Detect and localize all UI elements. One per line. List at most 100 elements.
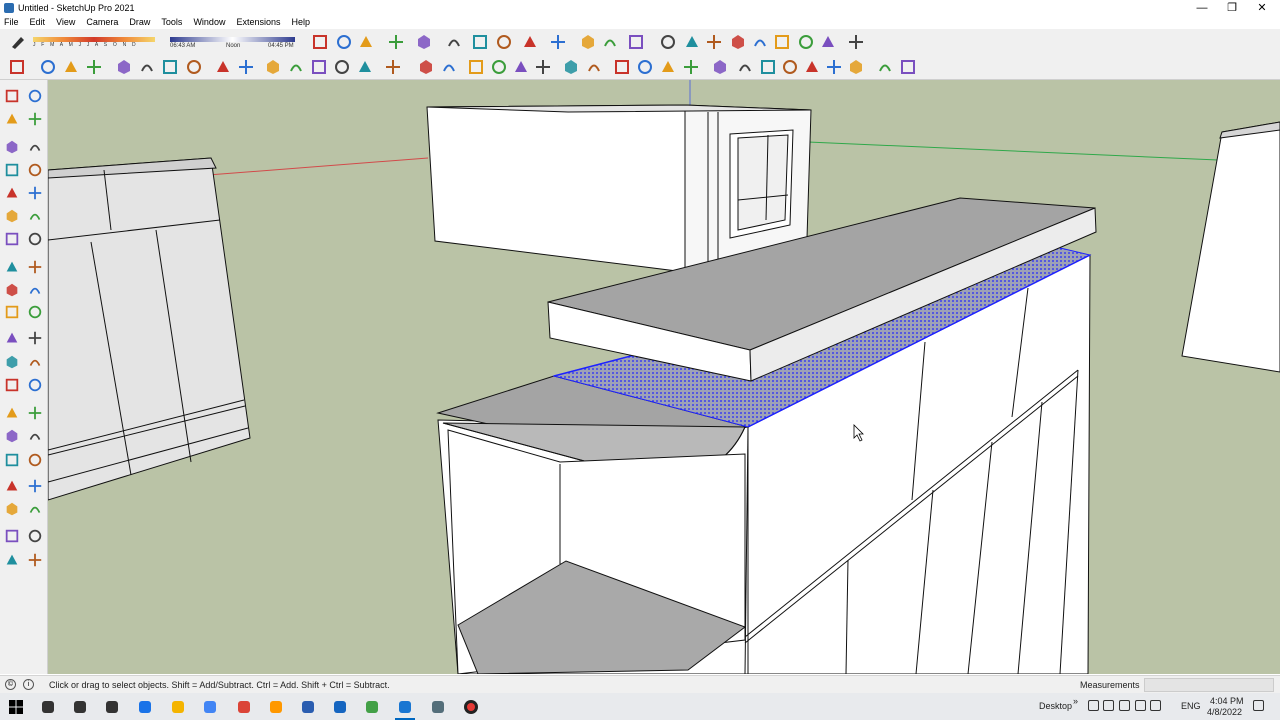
orbit-tool-icon[interactable] (2, 403, 22, 423)
scale-tool-icon[interactable] (2, 302, 22, 322)
shadow-settings-icon[interactable] (8, 32, 28, 52)
menu-file[interactable]: File (4, 17, 19, 27)
layout-icon[interactable] (422, 693, 454, 720)
sketchup-active-icon[interactable] (389, 693, 421, 720)
dome-icon[interactable] (796, 32, 816, 52)
app-green-icon[interactable] (356, 693, 388, 720)
search-icon[interactable] (32, 693, 64, 720)
shadow-toggle-icon[interactable] (310, 32, 330, 52)
sun-icon[interactable] (750, 32, 770, 52)
follow-me-icon[interactable] (548, 32, 568, 52)
monochrome-icon[interactable] (466, 57, 486, 77)
edge-icon[interactable] (129, 693, 161, 720)
drape-icon[interactable] (846, 57, 866, 77)
onedrive-tray-icon[interactable] (1150, 700, 1161, 711)
stamp-tool-icon[interactable] (25, 550, 45, 570)
walk-tool-icon[interactable] (2, 499, 22, 519)
menu-tools[interactable]: Tools (161, 17, 182, 27)
intersect-icon[interactable] (533, 57, 553, 77)
info-icon[interactable]: i (23, 679, 34, 690)
sandbox-from-scratch-icon[interactable] (25, 526, 45, 546)
language-indicator[interactable]: ENG (1181, 701, 1201, 711)
modeling-viewport[interactable] (48, 80, 1280, 674)
tray-overflow[interactable]: » (1073, 696, 1078, 706)
rotated-rectangle-icon[interactable] (25, 160, 45, 180)
zoom-icon[interactable] (160, 57, 180, 77)
fog-icon[interactable] (772, 32, 792, 52)
scale-icon[interactable] (600, 32, 620, 52)
arc-icon[interactable] (2, 206, 22, 226)
trim-icon[interactable] (612, 57, 632, 77)
text-tool-icon[interactable] (25, 328, 45, 348)
group-icon[interactable] (61, 57, 81, 77)
position-camera-tool-icon[interactable] (2, 476, 22, 496)
front-view-icon[interactable] (263, 57, 283, 77)
orbit-icon[interactable] (114, 57, 134, 77)
map-icon[interactable] (846, 32, 866, 52)
pie-icon[interactable] (25, 229, 45, 249)
desktop-toolbar-label[interactable]: Desktop (1039, 701, 1072, 711)
file-explorer-icon[interactable] (162, 693, 194, 720)
menu-help[interactable]: Help (291, 17, 310, 27)
hidden-line-icon[interactable] (383, 57, 403, 77)
two-point-arc-icon[interactable] (25, 206, 45, 226)
axes-tool-icon[interactable] (25, 352, 45, 372)
zoom-tool-icon[interactable] (2, 426, 22, 446)
previous-view-icon[interactable] (25, 450, 45, 470)
shadow-time-slider[interactable]: 06:43 AM Noon 04:45 PM (170, 34, 295, 50)
dimension-icon[interactable] (356, 32, 376, 52)
tape-measure-icon[interactable] (2, 328, 22, 348)
paint-bucket-icon[interactable] (2, 109, 22, 129)
move-icon[interactable] (494, 32, 514, 52)
menu-extensions[interactable]: Extensions (236, 17, 280, 27)
dimension-tool-icon[interactable] (2, 375, 22, 395)
zoom-extents-tool-icon[interactable] (2, 450, 22, 470)
left-wardrobe-model[interactable] (48, 157, 251, 501)
circle-icon[interactable] (2, 183, 22, 203)
select-icon[interactable] (2, 86, 22, 106)
volume-tray-icon[interactable] (1119, 700, 1130, 711)
section-fill-icon[interactable] (681, 57, 701, 77)
redo-icon[interactable] (658, 32, 678, 52)
notification-icon[interactable] (1253, 700, 1264, 711)
menu-view[interactable]: View (56, 17, 75, 27)
top-view-icon[interactable] (236, 57, 256, 77)
store-icon[interactable] (194, 693, 226, 720)
solid-icon[interactable] (84, 57, 104, 77)
move-tool-icon[interactable] (2, 257, 22, 277)
measurements-input[interactable] (1144, 678, 1274, 692)
close-button[interactable]: ✕ (1247, 0, 1277, 15)
position-camera-icon[interactable] (758, 57, 778, 77)
back-view-icon[interactable] (309, 57, 329, 77)
stamp-icon[interactable] (824, 57, 844, 77)
lock-icon[interactable] (818, 32, 838, 52)
pan-tool-icon[interactable] (25, 403, 45, 423)
rectangle-icon[interactable] (2, 160, 22, 180)
zoom-extents-icon[interactable] (184, 57, 204, 77)
component-icon[interactable] (38, 57, 58, 77)
shaded-icon[interactable] (416, 57, 436, 77)
wireframe-icon[interactable] (355, 57, 375, 77)
freehand-icon[interactable] (25, 137, 45, 157)
line-icon[interactable] (2, 137, 22, 157)
rotate-icon[interactable] (520, 32, 540, 52)
network-tray-icon[interactable] (1088, 700, 1099, 711)
offset-icon[interactable] (578, 32, 598, 52)
menu-draw[interactable]: Draw (129, 17, 150, 27)
style-icon[interactable] (414, 32, 434, 52)
right-view-icon[interactable] (286, 57, 306, 77)
look-around-tool-icon[interactable] (25, 476, 45, 496)
subtract-icon[interactable] (584, 57, 604, 77)
split-icon[interactable] (635, 57, 655, 77)
vpn-tray-icon[interactable] (1135, 700, 1146, 711)
left-view-icon[interactable] (332, 57, 352, 77)
clock-time[interactable]: 4:04 PM (1210, 696, 1244, 706)
section-plane-tool-icon[interactable] (25, 499, 45, 519)
calculator-icon[interactable] (292, 693, 324, 720)
push-pull-tool-icon[interactable] (25, 257, 45, 277)
sketchup-taskbar-icon[interactable] (324, 693, 356, 720)
task-view-icon[interactable] (96, 693, 128, 720)
extension-warehouse-icon[interactable] (7, 57, 27, 77)
xray-icon[interactable] (489, 57, 509, 77)
three-d-text-icon[interactable] (25, 375, 45, 395)
